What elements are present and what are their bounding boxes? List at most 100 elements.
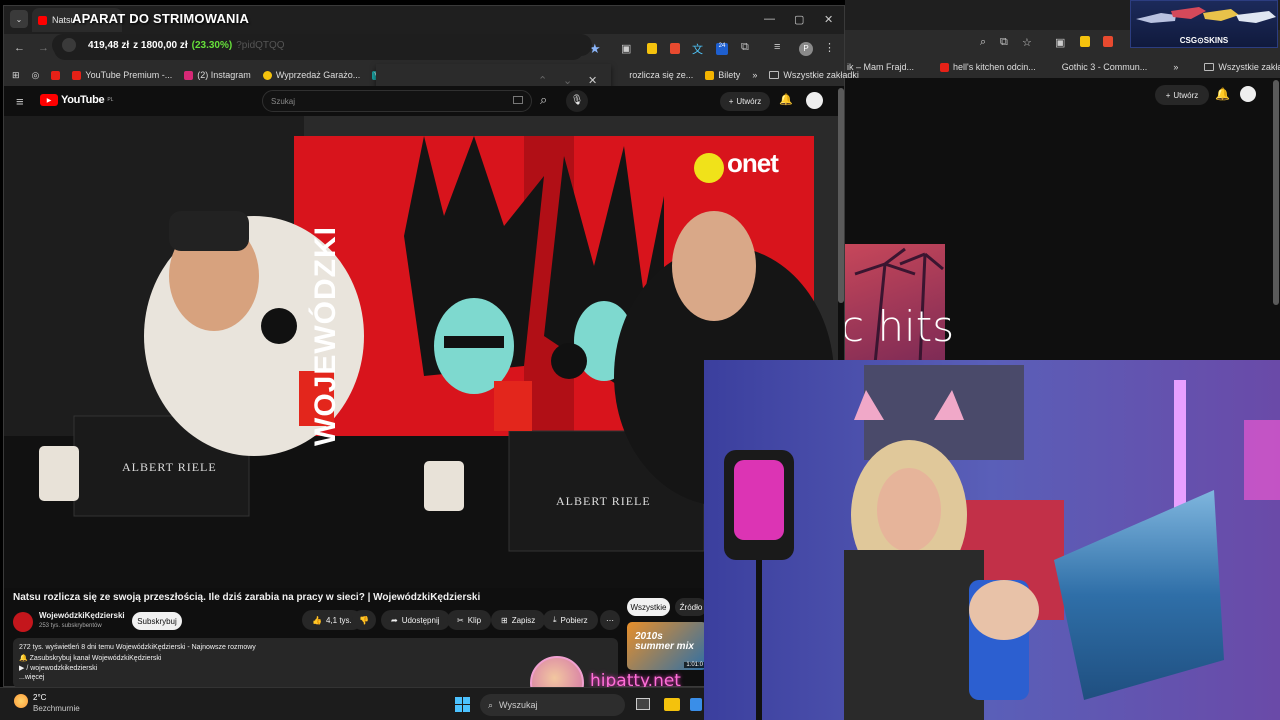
more-link[interactable]: ...więcej bbox=[19, 674, 44, 681]
youtube-icon bbox=[72, 70, 82, 80]
all-bookmarks-label: Wszystkie zakładki bbox=[783, 70, 859, 80]
zoom-icon[interactable]: ⌕ bbox=[980, 36, 986, 49]
instagram-icon bbox=[184, 70, 194, 80]
extension-yellow-icon[interactable] bbox=[1080, 36, 1090, 47]
bell-icon[interactable]: 🔔 bbox=[779, 93, 793, 106]
description-line[interactable]: ▶ / wojewodzkikedzierski bbox=[19, 664, 97, 672]
file-explorer-icon[interactable] bbox=[664, 698, 680, 711]
avatar[interactable] bbox=[806, 92, 823, 109]
subscribe-button[interactable]: Subskrybuj bbox=[132, 612, 182, 630]
task-view-icon[interactable] bbox=[636, 698, 650, 710]
clip-button[interactable]: ✂ Klip bbox=[447, 610, 492, 630]
youtube-logo[interactable]: ▶ YouTube PL bbox=[40, 94, 113, 106]
youtube-favicon-icon bbox=[38, 15, 47, 25]
save-label: Zapisz bbox=[511, 615, 536, 625]
avatar[interactable] bbox=[1240, 86, 1256, 102]
extension-red-icon[interactable] bbox=[1103, 36, 1113, 47]
olx-icon bbox=[262, 70, 272, 80]
video-title: Natsu rozlicza się ze swoją przeszłością… bbox=[13, 592, 481, 603]
apps-icon[interactable]: ⊞ bbox=[12, 70, 20, 81]
media-control-icon[interactable]: ≡ bbox=[774, 41, 780, 53]
maximize-icon[interactable]: ▢ bbox=[794, 13, 804, 26]
menu-kebab-icon[interactable]: ⋮ bbox=[824, 41, 835, 54]
site-info-icon[interactable] bbox=[62, 38, 76, 52]
bookmark-label: YouTube Premium -... bbox=[85, 70, 173, 80]
webcam-feed bbox=[704, 360, 1280, 720]
store-icon[interactable] bbox=[690, 698, 702, 711]
bookmark-label: Wyprzedaż Garażo... bbox=[275, 70, 361, 80]
all-bookmarks-button[interactable]: Wszystkie zakładki bbox=[1204, 62, 1280, 72]
recommended-thumbnail[interactable]: 2010s summer mix 1:01:0 bbox=[627, 622, 707, 670]
forward-arrow-icon[interactable]: → bbox=[38, 42, 49, 54]
description-line: 🔔 Zasubskrybuj kanał WojewódzkiKędziersk… bbox=[19, 655, 162, 662]
extension-icon[interactable]: ▣ bbox=[621, 42, 631, 55]
search-icon[interactable]: ⌕ bbox=[540, 92, 547, 108]
bookmark-item[interactable]: Bilety bbox=[705, 70, 740, 80]
plus-icon: + bbox=[728, 97, 734, 106]
bookmark-item[interactable]: Wyprzedaż Garażo... bbox=[262, 70, 361, 80]
create-button[interactable]: + Utwórz bbox=[1155, 85, 1209, 105]
scrollbar[interactable] bbox=[838, 88, 844, 303]
translate-icon[interactable]: 文 bbox=[692, 41, 703, 57]
bookmarks-more-button[interactable]: » bbox=[1173, 62, 1178, 72]
download-label: Pobierz bbox=[560, 615, 588, 625]
channel-avatar[interactable] bbox=[13, 612, 33, 632]
bookmark-item[interactable]: Gothic 3 - Commun... bbox=[1062, 62, 1148, 72]
puzzle-icon[interactable]: ⧉ bbox=[741, 41, 749, 54]
channel-name[interactable]: WojewódzkiKędzierski bbox=[39, 611, 125, 620]
youtube-shortcut-icon[interactable] bbox=[51, 70, 61, 80]
extension-icon[interactable]: ▣ bbox=[1055, 36, 1065, 49]
chevron-down-icon: ⌄ bbox=[15, 14, 23, 24]
create-button[interactable]: + Utwórz bbox=[720, 92, 770, 111]
minimize-icon[interactable]: — bbox=[764, 13, 775, 25]
search-placeholder: Wyszukaj bbox=[499, 700, 538, 710]
taskbar-search-input[interactable]: ⌕ Wyszukaj bbox=[480, 694, 625, 716]
cast-icon[interactable]: ⧉ bbox=[1000, 36, 1008, 49]
bookmark-item[interactable]: YouTube Premium -... bbox=[72, 70, 172, 80]
weapon-skins-graphic bbox=[1136, 7, 1276, 23]
windows-start-icon[interactable] bbox=[455, 697, 470, 712]
share-button[interactable]: ➦ Udostępnij bbox=[381, 610, 450, 630]
subscriber-count: 253 tys. subskrybentów bbox=[39, 623, 102, 629]
search-placeholder: Szukaj bbox=[271, 96, 296, 106]
download-button[interactable]: ⤓ Pobierz bbox=[543, 610, 598, 630]
temperature[interactable]: 2°C bbox=[33, 693, 46, 702]
all-bookmarks-button[interactable]: Wszystkie zakładki bbox=[769, 70, 859, 80]
weather-icon[interactable] bbox=[14, 694, 28, 708]
chrome-icon[interactable]: ◎ bbox=[32, 70, 40, 81]
background-youtube-header: + Utwórz 🔔 bbox=[845, 78, 1280, 112]
extension-red-icon[interactable] bbox=[670, 43, 680, 54]
description-box[interactable]: 272 tys. wyświetleń 8 dni temu Wojewódzk… bbox=[13, 638, 618, 688]
more-actions-button[interactable]: ⋯ bbox=[600, 610, 620, 630]
scrollbar[interactable] bbox=[1273, 80, 1279, 305]
plus-icon: + bbox=[1165, 90, 1171, 100]
filter-chip-source[interactable]: Źródło bbox=[675, 598, 707, 616]
keyboard-icon[interactable] bbox=[513, 96, 523, 104]
extension-yellow-icon[interactable] bbox=[647, 43, 657, 54]
bookmark-item[interactable]: (2) Instagram bbox=[184, 70, 251, 80]
goal-target: z 1800,00 zł bbox=[133, 39, 188, 51]
bookmark-item[interactable]: hell's kitchen odcin... bbox=[940, 62, 1036, 72]
back-arrow-icon[interactable]: ← bbox=[14, 42, 25, 54]
filter-chip-all[interactable]: Wszystkie bbox=[627, 598, 670, 616]
microphone-icon[interactable]: 🎙 bbox=[566, 90, 588, 112]
search-input[interactable]: Szukaj bbox=[262, 90, 532, 112]
all-bookmarks-label: Wszystkie zakładki bbox=[1218, 62, 1280, 72]
close-icon[interactable]: ✕ bbox=[824, 13, 833, 26]
bookmark-label: (2) Instagram bbox=[197, 70, 251, 80]
star-icon[interactable]: ☆ bbox=[1022, 36, 1032, 49]
tab-search-button[interactable]: ⌄ bbox=[10, 10, 28, 28]
share-label: Udostępnij bbox=[401, 615, 440, 625]
bell-icon[interactable]: 🔔 bbox=[1215, 87, 1230, 101]
goal-percent: (23.30%) bbox=[191, 39, 233, 51]
profile-avatar[interactable]: P bbox=[799, 42, 813, 56]
weather-condition[interactable]: Bezchmurnie bbox=[33, 704, 80, 713]
dislike-button[interactable]: 👎 bbox=[352, 610, 376, 630]
bookmark-item[interactable]: rozlicza się ze... bbox=[629, 70, 693, 80]
save-button[interactable]: ⊞ Zapisz bbox=[491, 610, 546, 630]
calendar-extension-icon[interactable]: 24 bbox=[716, 43, 728, 55]
bookmarks-more-button[interactable]: » bbox=[752, 70, 757, 80]
hamburger-menu-icon[interactable]: ≡ bbox=[16, 94, 24, 109]
taskbar: 2°C Bezchmurnie ⌕ Wyszukaj bbox=[0, 687, 704, 720]
like-count: 4,1 tys. bbox=[325, 615, 352, 625]
